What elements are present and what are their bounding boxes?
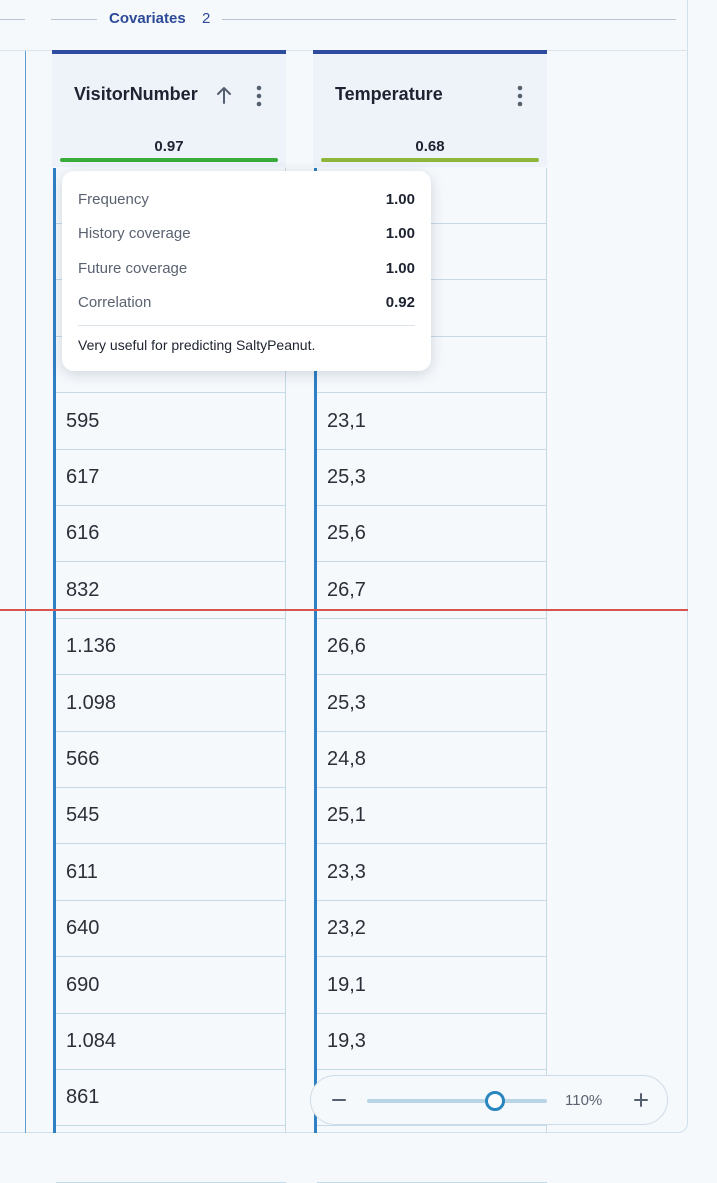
score-bar (60, 158, 278, 162)
minus-icon[interactable] (329, 1090, 349, 1110)
column-header[interactable]: Temperature 0.68 (313, 50, 547, 167)
cell-value: 25,3 (327, 691, 366, 714)
column-title: VisitorNumber (74, 84, 198, 104)
table-row: 25,3 (317, 676, 547, 732)
cell-value: 23,1 (327, 409, 366, 432)
cell-value: 24,8 (327, 748, 366, 770)
cell-value: 23,2 (327, 917, 366, 940)
header-divider-left (0, 19, 25, 20)
table-row: 595 (56, 394, 286, 450)
score-bar (321, 158, 539, 162)
table-row: 25,6 (317, 506, 547, 563)
cell-value: 832 (66, 578, 100, 601)
zoom-level: 110% (565, 1092, 603, 1109)
table-row (317, 1127, 547, 1183)
cell-value: 25,6 (327, 522, 366, 545)
table-row: 690 (56, 958, 286, 1014)
kebab-menu-icon[interactable] (250, 83, 268, 109)
tooltip-row-correlation: Correlation 0.92 (78, 294, 415, 316)
table-row: 26,6 (317, 619, 547, 676)
column-score: 0.97 (154, 138, 184, 155)
table-row: 566 (56, 732, 286, 788)
table-row: 861 (56, 1070, 286, 1127)
cell-value: 640 (66, 917, 100, 940)
covariates-panel: Covariates 2 VisitorNumber 0.97 595 617 61… (0, 0, 688, 1183)
zoom-control: 110% (310, 1075, 668, 1125)
cell-value: 545 (66, 804, 100, 827)
column-score: 0.68 (415, 138, 445, 155)
table-row: 19,3 (317, 1014, 547, 1070)
header-divider-right (222, 19, 676, 20)
tooltip-divider (78, 325, 415, 326)
tooltip-row-frequency: Frequency 1.00 (78, 191, 415, 213)
cell-value: 25,1 (327, 804, 366, 827)
tooltip-row-history-coverage: History coverage 1.00 (78, 225, 415, 247)
cell-value: 19,1 (327, 973, 366, 996)
cell-value: 26,7 (327, 578, 366, 601)
tooltip-label: History coverage (78, 225, 191, 242)
table-row: 1.084 (56, 1014, 286, 1070)
cell-value: 25,3 (327, 466, 366, 488)
cell-value: 1.136 (66, 635, 117, 658)
cell-value: 1.084 (66, 1030, 117, 1052)
cell-value: 611 (66, 860, 98, 883)
cell-value: 566 (66, 748, 100, 770)
covariate-tooltip: Frequency 1.00 History coverage 1.00 Fut… (62, 171, 431, 371)
tooltip-label: Correlation (78, 294, 152, 311)
tooltip-value: 1.00 (385, 225, 415, 242)
cell-value: 690 (66, 973, 100, 996)
column-title: Temperature (335, 84, 443, 104)
tooltip-label: Frequency (78, 191, 149, 208)
cell-value: 23,3 (327, 860, 366, 883)
table-row: 1.098 (56, 676, 286, 732)
forecast-start-line (0, 609, 688, 611)
column-header[interactable]: VisitorNumber 0.97 (52, 50, 286, 167)
tooltip-value: 1.00 (385, 260, 415, 277)
table-row: 611 (56, 845, 286, 901)
header-divider-mid (51, 19, 97, 20)
cell-value: 1.098 (66, 691, 117, 714)
table-row: 617 (56, 450, 286, 506)
tooltip-value: 1.00 (385, 191, 415, 208)
table-row: 25,1 (317, 788, 547, 845)
table-row: 1.136 (56, 619, 286, 676)
cell-value: 595 (66, 409, 100, 432)
left-border-rule (25, 51, 26, 1133)
section-count: 2 (202, 10, 211, 27)
table-row: 23,1 (317, 394, 547, 450)
table-row: 25,3 (317, 450, 547, 506)
cell-value: 616 (66, 522, 100, 545)
cell-value: 617 (66, 466, 100, 488)
section-header: Covariates 2 (0, 0, 688, 40)
tooltip-row-future-coverage: Future coverage 1.00 (78, 260, 415, 282)
tooltip-note: Very useful for predicting SaltyPeanut. (78, 337, 316, 353)
table-row: 23,3 (317, 845, 547, 901)
table-row: 19,1 (317, 958, 547, 1014)
table-row: 640 (56, 901, 286, 958)
zoom-slider-handle[interactable] (484, 1091, 505, 1111)
table-row: 24,8 (317, 732, 547, 788)
table-row: 545 (56, 788, 286, 845)
table-row: 23,2 (317, 901, 547, 958)
zoom-slider-track[interactable] (367, 1099, 547, 1103)
cell-value: 19,3 (327, 1030, 366, 1052)
table-row: 616 (56, 506, 286, 563)
tooltip-label: Future coverage (78, 260, 188, 277)
plus-icon[interactable] (631, 1090, 651, 1110)
cell-value: 861 (66, 1086, 100, 1109)
cell-value: 26,6 (327, 635, 366, 658)
section-title[interactable]: Covariates (109, 10, 186, 27)
table-row (56, 1127, 286, 1183)
tooltip-value: 0.92 (385, 294, 415, 311)
arrow-up-icon[interactable] (214, 84, 234, 106)
kebab-menu-icon[interactable] (511, 83, 529, 109)
